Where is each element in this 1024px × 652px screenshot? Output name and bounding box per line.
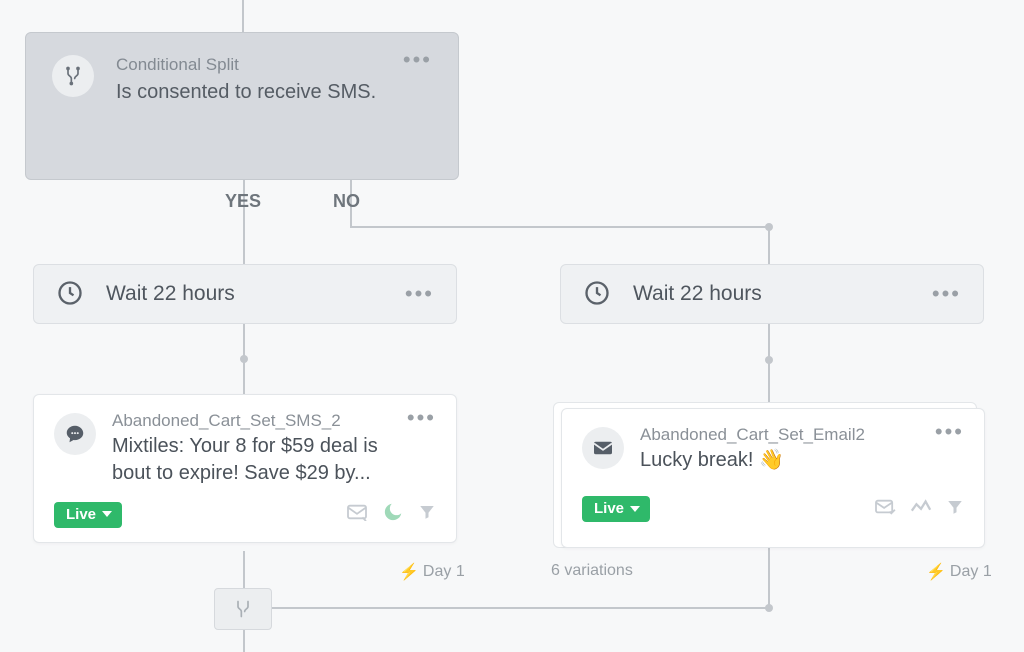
wait-label: Wait 22 hours — [633, 282, 932, 306]
quiet-hours-icon: z — [382, 501, 404, 528]
day-meta: ⚡ Day 1 — [926, 562, 992, 582]
bolt-icon: ⚡ — [399, 562, 419, 582]
filter-icon — [418, 503, 436, 526]
sms-message-card[interactable]: Abandoned_Cart_Set_SMS_2 Mixtiles: Your … — [33, 394, 457, 543]
message-title: Abandoned_Cart_Set_SMS_2 — [112, 411, 407, 431]
branch-no-label: NO — [333, 191, 360, 212]
day-label: Day 1 — [423, 563, 465, 581]
connector-line — [768, 324, 770, 408]
wait-card-yes[interactable]: Wait 22 hours ••• — [33, 264, 457, 324]
conditional-description: Is consented to receive SMS. — [116, 81, 403, 104]
email-message-card[interactable]: Abandoned_Cart_Set_Email2 Lucky break! 👋… — [561, 408, 985, 548]
connector-line — [768, 548, 770, 608]
branch-yes-label: YES — [225, 191, 261, 212]
status-badge[interactable]: Live — [582, 496, 650, 522]
connector-line — [350, 226, 770, 228]
day-label: Day 1 — [950, 563, 992, 581]
filter-icon — [946, 498, 964, 521]
svg-text:z: z — [395, 504, 398, 511]
mail-disabled-icon — [346, 503, 368, 526]
clock-icon — [56, 279, 86, 309]
more-menu-button[interactable]: ••• — [935, 427, 964, 437]
flow-canvas: Conditional Split Is consented to receiv… — [0, 0, 1024, 652]
connector-line — [270, 607, 770, 609]
more-menu-button[interactable]: ••• — [407, 413, 436, 423]
clock-icon — [583, 279, 613, 309]
more-menu-button[interactable]: ••• — [405, 289, 434, 299]
message-title: Abandoned_Cart_Set_Email2 — [640, 425, 935, 445]
split-icon — [52, 55, 94, 97]
analytics-icon — [910, 499, 932, 520]
wait-card-no[interactable]: Wait 22 hours ••• — [560, 264, 984, 324]
merge-node[interactable] — [214, 588, 272, 630]
connector-dot — [765, 604, 773, 612]
conditional-split-card[interactable]: Conditional Split Is consented to receiv… — [25, 32, 459, 180]
more-menu-button[interactable]: ••• — [932, 289, 961, 299]
conditional-title: Conditional Split — [116, 55, 403, 75]
email-icon — [582, 427, 624, 469]
connector-dot — [765, 356, 773, 364]
day-meta: ⚡ Day 1 — [399, 562, 465, 582]
connector-line — [768, 226, 770, 264]
sms-icon — [54, 413, 96, 455]
variations-meta: 6 variations — [551, 562, 633, 580]
more-menu-button[interactable]: ••• — [403, 55, 432, 65]
connector-dot — [765, 223, 773, 231]
mail-check-icon — [874, 498, 896, 521]
status-badge[interactable]: Live — [54, 502, 122, 528]
wait-label: Wait 22 hours — [106, 282, 405, 306]
bolt-icon: ⚡ — [926, 562, 946, 582]
message-body: Lucky break! 👋 — [640, 447, 935, 474]
message-body: Mixtiles: Your 8 for $59 deal is bout to… — [112, 433, 407, 487]
connector-dot — [240, 355, 248, 363]
connector-line — [242, 0, 244, 32]
